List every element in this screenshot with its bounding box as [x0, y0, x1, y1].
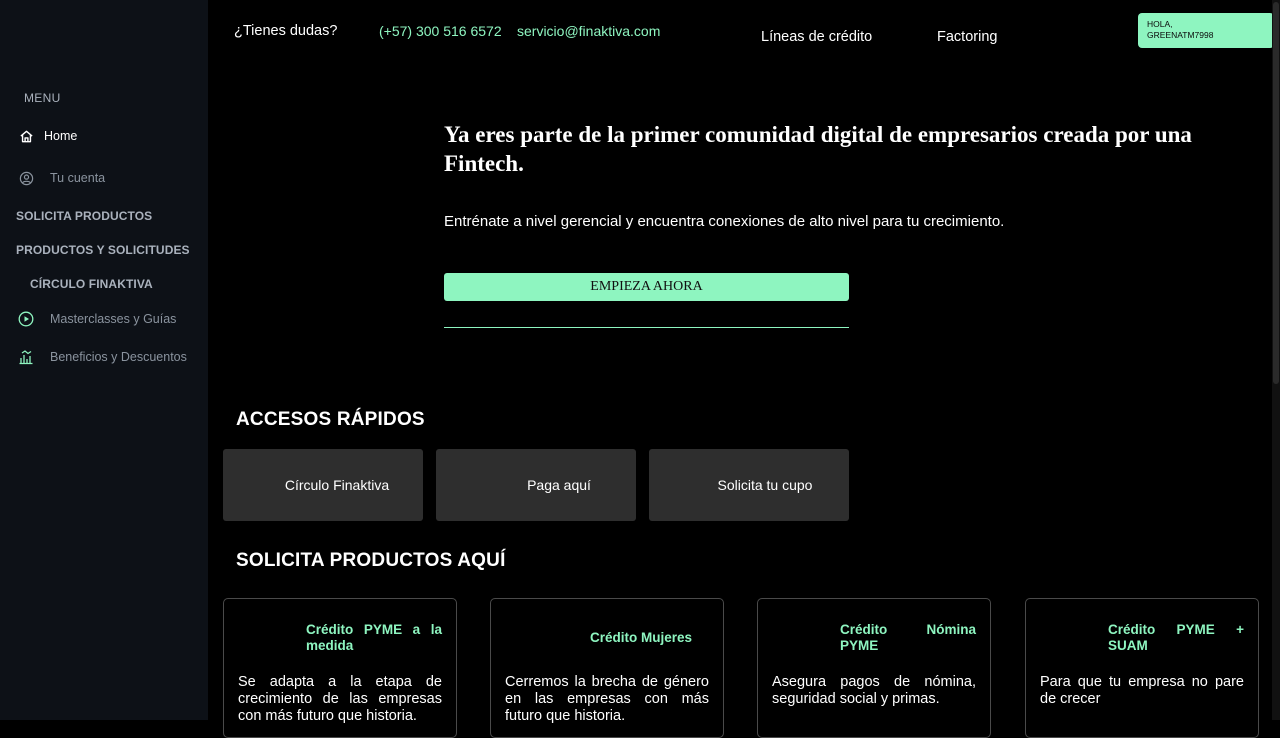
- product-card-title: Crédito PYME a la medida: [306, 622, 442, 653]
- product-card-mujeres[interactable]: Crédito Mujeres Cerremos la brecha de gé…: [490, 598, 724, 738]
- sidebar-item-label: Tu cuenta: [50, 171, 106, 185]
- quick-access-pay[interactable]: Paga aquí: [436, 449, 636, 521]
- sidebar-item-label: Masterclasses y Guías: [50, 312, 177, 326]
- play-circle-icon: [18, 311, 34, 327]
- sidebar-item-home[interactable]: Home: [18, 128, 77, 144]
- email-link[interactable]: servicio@finaktiva.com: [517, 23, 660, 39]
- home-icon: [18, 128, 34, 144]
- products-title: SOLICITA PRODUCTOS AQUÍ: [236, 550, 506, 571]
- nav-factoring[interactable]: Factoring: [937, 29, 997, 45]
- greeting-text: HOLA,: [1147, 19, 1173, 29]
- product-card-nomina[interactable]: Crédito Nómina PYME Asegura pagos de nóm…: [757, 598, 991, 738]
- sidebar-section-request-products[interactable]: SOLICITA PRODUCTOS: [16, 209, 152, 223]
- nav-credit-lines[interactable]: Líneas de crédito: [761, 29, 872, 45]
- product-card-title: Crédito PYME + SUAM: [1108, 622, 1244, 653]
- start-now-button[interactable]: EMPIEZA AHORA: [444, 273, 849, 301]
- help-question: ¿Tienes dudas?: [234, 23, 338, 39]
- sidebar-item-masterclasses[interactable]: Masterclasses y Guías: [18, 311, 176, 327]
- hero-title: Ya eres parte de la primer comunidad dig…: [444, 122, 1192, 176]
- username-text: GREENATM7998: [1147, 30, 1214, 40]
- sidebar-item-account[interactable]: Tu cuenta: [18, 170, 105, 186]
- quick-access-title: ACCESOS RÁPIDOS: [236, 409, 425, 430]
- top-bar: ¿Tienes dudas? (+57) 300 516 6572 servic…: [208, 0, 1280, 70]
- benefits-chart-icon: [18, 349, 34, 365]
- product-card-suam[interactable]: Crédito PYME + SUAM Para que tu empresa …: [1025, 598, 1259, 738]
- product-card-title: Crédito Mujeres: [589, 630, 693, 645]
- product-card-description: Se adapta a la etapa de crecimiento de l…: [238, 674, 442, 724]
- sidebar-item-label: Beneficios y Descuentos: [50, 350, 187, 364]
- menu-title: MENU: [24, 91, 61, 105]
- sidebar: MENU Home Tu cuenta SOLICITA PRODUCTOS P…: [0, 0, 208, 720]
- product-card-description: Cerremos la brecha de género en las empr…: [505, 674, 709, 724]
- divider: [444, 327, 849, 328]
- sidebar-section-circle[interactable]: CÍRCULO FINAKTIVA: [30, 277, 153, 291]
- sidebar-item-benefits[interactable]: Beneficios y Descuentos: [18, 349, 187, 365]
- user-menu-button[interactable]: HOLA, GREENATM7998: [1138, 13, 1274, 48]
- phone-link[interactable]: (+57) 300 516 6572: [379, 23, 502, 39]
- product-card-description: Asegura pagos de nómina, seguridad socia…: [772, 674, 976, 707]
- user-circle-icon: [18, 170, 34, 186]
- product-card-title: Crédito Nómina PYME: [840, 622, 976, 653]
- sidebar-item-label: Home: [44, 129, 78, 143]
- hero-subtitle: Entrénate a nivel gerencial y encuentra …: [444, 213, 1005, 230]
- scrollbar-thumb[interactable]: [1273, 2, 1279, 384]
- sidebar-section-products-requests[interactable]: PRODUCTOS Y SOLICITUDES: [16, 243, 190, 257]
- quick-access-request-quota[interactable]: Solicita tu cupo: [649, 449, 849, 521]
- product-card-pyme[interactable]: Crédito PYME a la medida Se adapta a la …: [223, 598, 457, 738]
- product-card-description: Para que tu empresa no pare de crecer: [1040, 674, 1244, 707]
- quick-access-circle[interactable]: Círculo Finaktiva: [223, 449, 423, 521]
